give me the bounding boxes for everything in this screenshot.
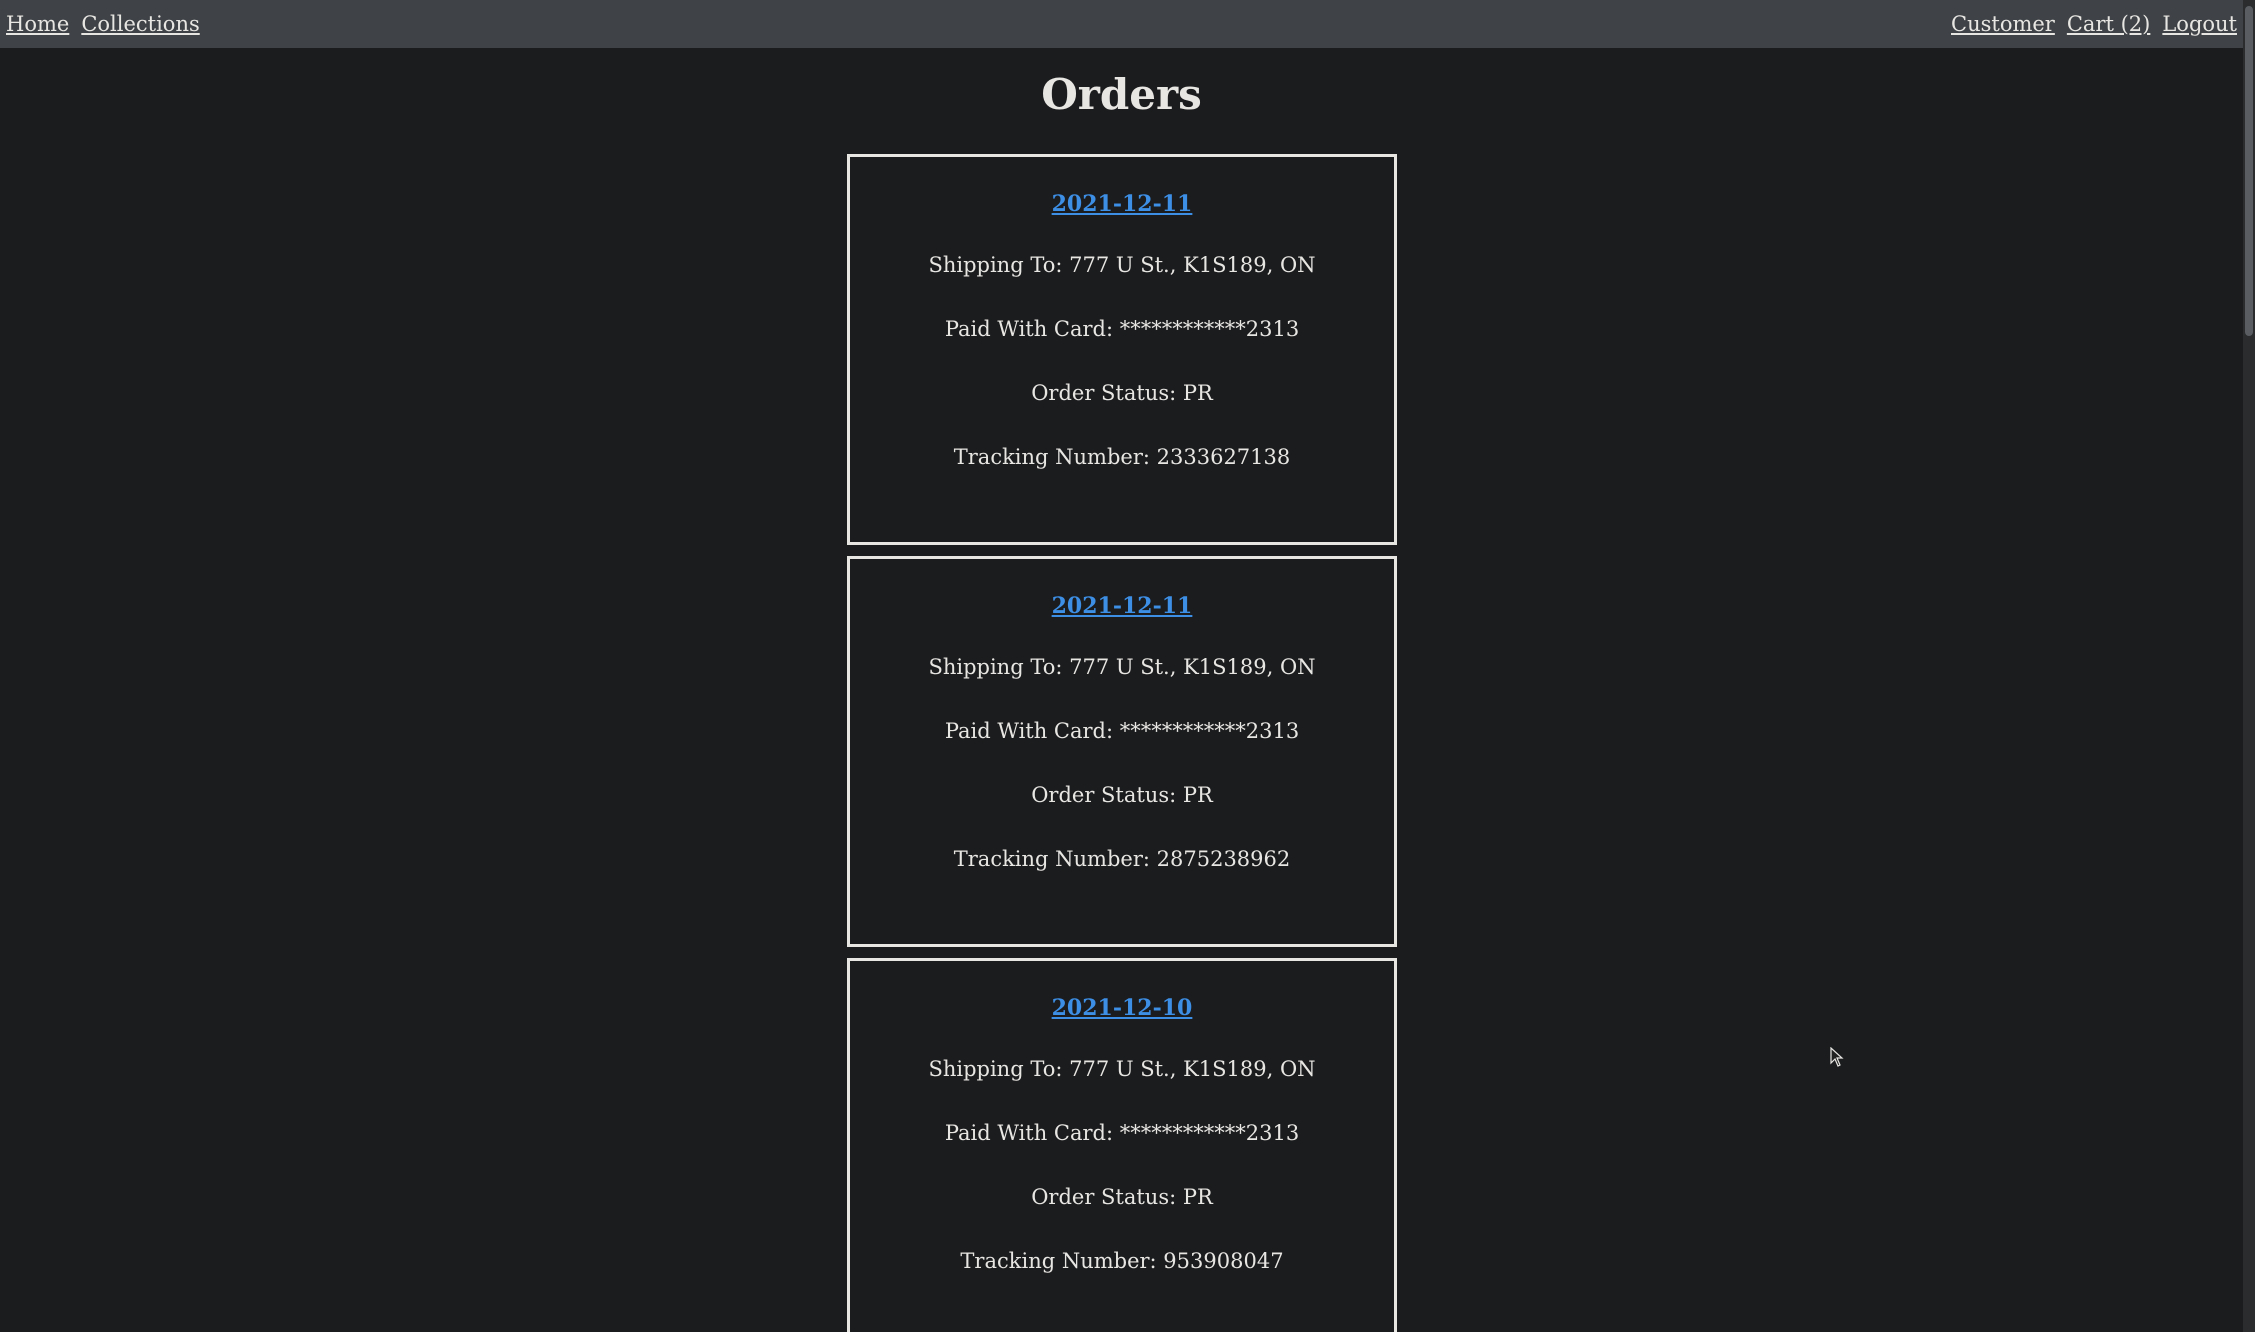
order-shipping: Shipping To: 777 U St., K1S189, ON xyxy=(928,655,1316,679)
nav-customer-link[interactable]: Customer xyxy=(1951,12,2055,36)
mouse-pointer-icon xyxy=(1830,1047,1844,1067)
top-navbar: Home Collections Customer Cart (2) Logou… xyxy=(0,0,2243,48)
nav-right-group: Customer Cart (2) Logout xyxy=(1951,12,2237,36)
scrollbar-thumb[interactable] xyxy=(2245,6,2253,336)
order-card: 2021-12-11 Shipping To: 777 U St., K1S18… xyxy=(847,154,1397,545)
order-card-info: Paid With Card: ************2313 xyxy=(944,317,1300,341)
orders-list: 2021-12-11 Shipping To: 777 U St., K1S18… xyxy=(847,154,1397,1332)
nav-cart-link[interactable]: Cart (2) xyxy=(2067,12,2151,36)
order-date-link[interactable]: 2021-12-10 xyxy=(1052,995,1193,1021)
order-date-link[interactable]: 2021-12-11 xyxy=(1052,593,1193,619)
order-status: Order Status: PR xyxy=(1031,1185,1213,1209)
page: Home Collections Customer Cart (2) Logou… xyxy=(0,0,2255,1332)
order-date-link[interactable]: 2021-12-11 xyxy=(1052,191,1193,217)
order-tracking: Tracking Number: 2333627138 xyxy=(953,445,1291,469)
order-status: Order Status: PR xyxy=(1031,381,1213,405)
nav-home-link[interactable]: Home xyxy=(6,12,69,36)
nav-left-group: Home Collections xyxy=(6,12,200,36)
order-status: Order Status: PR xyxy=(1031,783,1213,807)
order-shipping: Shipping To: 777 U St., K1S189, ON xyxy=(928,1057,1316,1081)
order-card-info: Paid With Card: ************2313 xyxy=(944,1121,1300,1145)
order-card: 2021-12-10 Shipping To: 777 U St., K1S18… xyxy=(847,958,1397,1332)
order-card: 2021-12-11 Shipping To: 777 U St., K1S18… xyxy=(847,556,1397,947)
order-tracking: Tracking Number: 2875238962 xyxy=(953,847,1291,871)
nav-collections-link[interactable]: Collections xyxy=(81,12,199,36)
order-shipping: Shipping To: 777 U St., K1S189, ON xyxy=(928,253,1316,277)
page-title: Orders xyxy=(1041,70,1202,119)
order-card-info: Paid With Card: ************2313 xyxy=(944,719,1300,743)
nav-logout-link[interactable]: Logout xyxy=(2162,12,2237,36)
vertical-scrollbar[interactable] xyxy=(2243,0,2255,1332)
order-tracking: Tracking Number: 953908047 xyxy=(960,1249,1284,1273)
